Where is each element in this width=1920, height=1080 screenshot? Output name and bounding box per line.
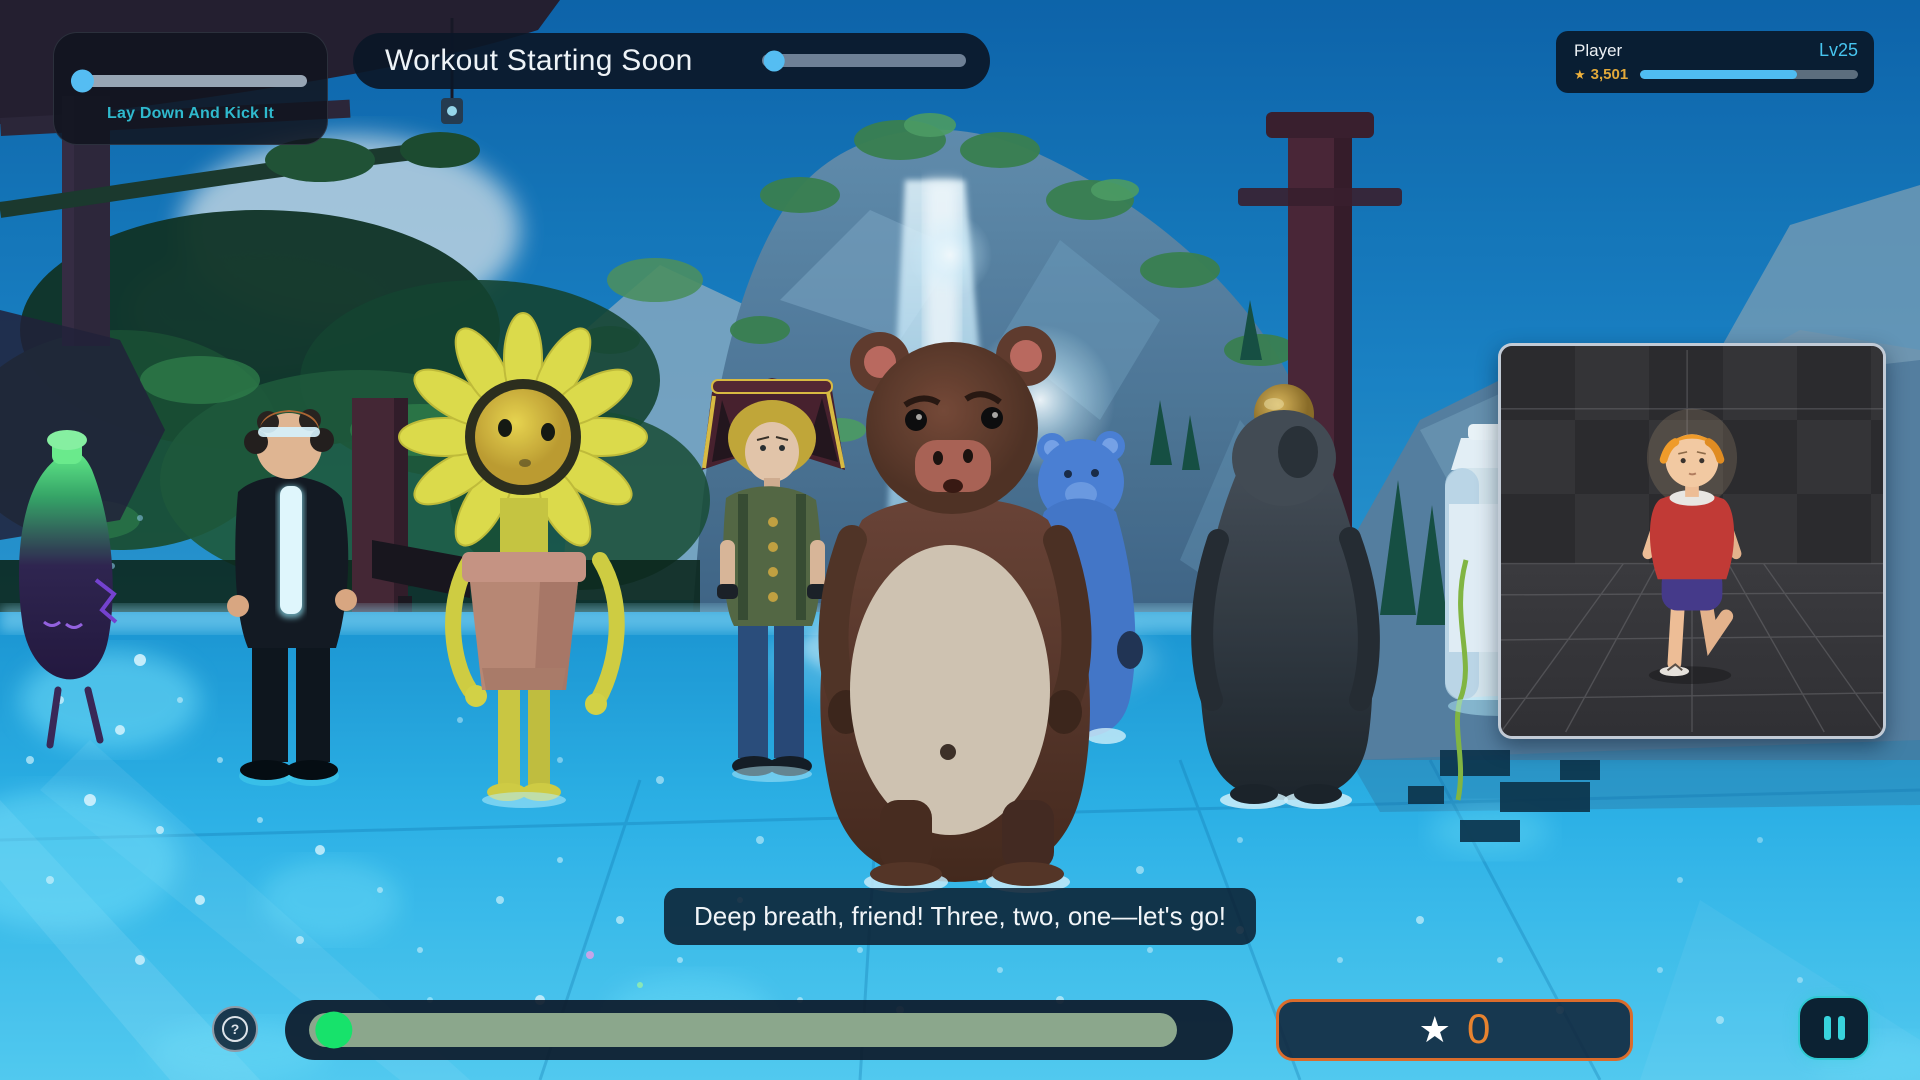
pause-icon [1824, 1016, 1831, 1040]
player-xp-value: 3,501 [1591, 66, 1629, 83]
help-icon: ? [222, 1016, 248, 1042]
banner-progress-dot [764, 50, 785, 71]
workout-banner: Workout Starting Soon [353, 33, 990, 89]
xp-star-icon: ★ [1574, 68, 1586, 81]
timeline-track [309, 1013, 1177, 1047]
dialog-text: Deep breath, friend! Three, two, one—let… [694, 901, 1226, 931]
banner-title: Workout Starting Soon [385, 44, 693, 78]
dialog-bubble: Deep breath, friend! Three, two, one—let… [664, 888, 1256, 945]
score-star-icon: ★ [1419, 1012, 1451, 1048]
score-counter: ★ 0 [1276, 999, 1633, 1061]
game-screen: cool Lay Down And Kick It Workout Starti… [0, 0, 1920, 1080]
objective-progress-track [74, 75, 307, 87]
timeline-playhead-dot [315, 1012, 352, 1049]
xp-progress-fill [1640, 70, 1797, 79]
player-name: Player [1574, 41, 1622, 61]
pause-icon [1838, 1016, 1845, 1040]
objective-label: Lay Down And Kick It [54, 105, 327, 123]
score-value: 0 [1467, 1008, 1490, 1050]
workout-timeline [285, 1000, 1233, 1060]
pause-button[interactable] [1798, 996, 1870, 1060]
banner-progress-track [762, 54, 966, 67]
objective-panel: Lay Down And Kick It [53, 32, 328, 145]
help-button[interactable]: ? [212, 1006, 258, 1052]
avatar-character [1501, 346, 1883, 736]
avatar-preview-panel [1498, 343, 1886, 739]
player-panel: Player Lv25 ★ 3,501 [1556, 31, 1874, 93]
player-level: Lv25 [1819, 40, 1858, 61]
xp-progress-track [1640, 70, 1858, 79]
objective-progress-dot [71, 70, 94, 93]
